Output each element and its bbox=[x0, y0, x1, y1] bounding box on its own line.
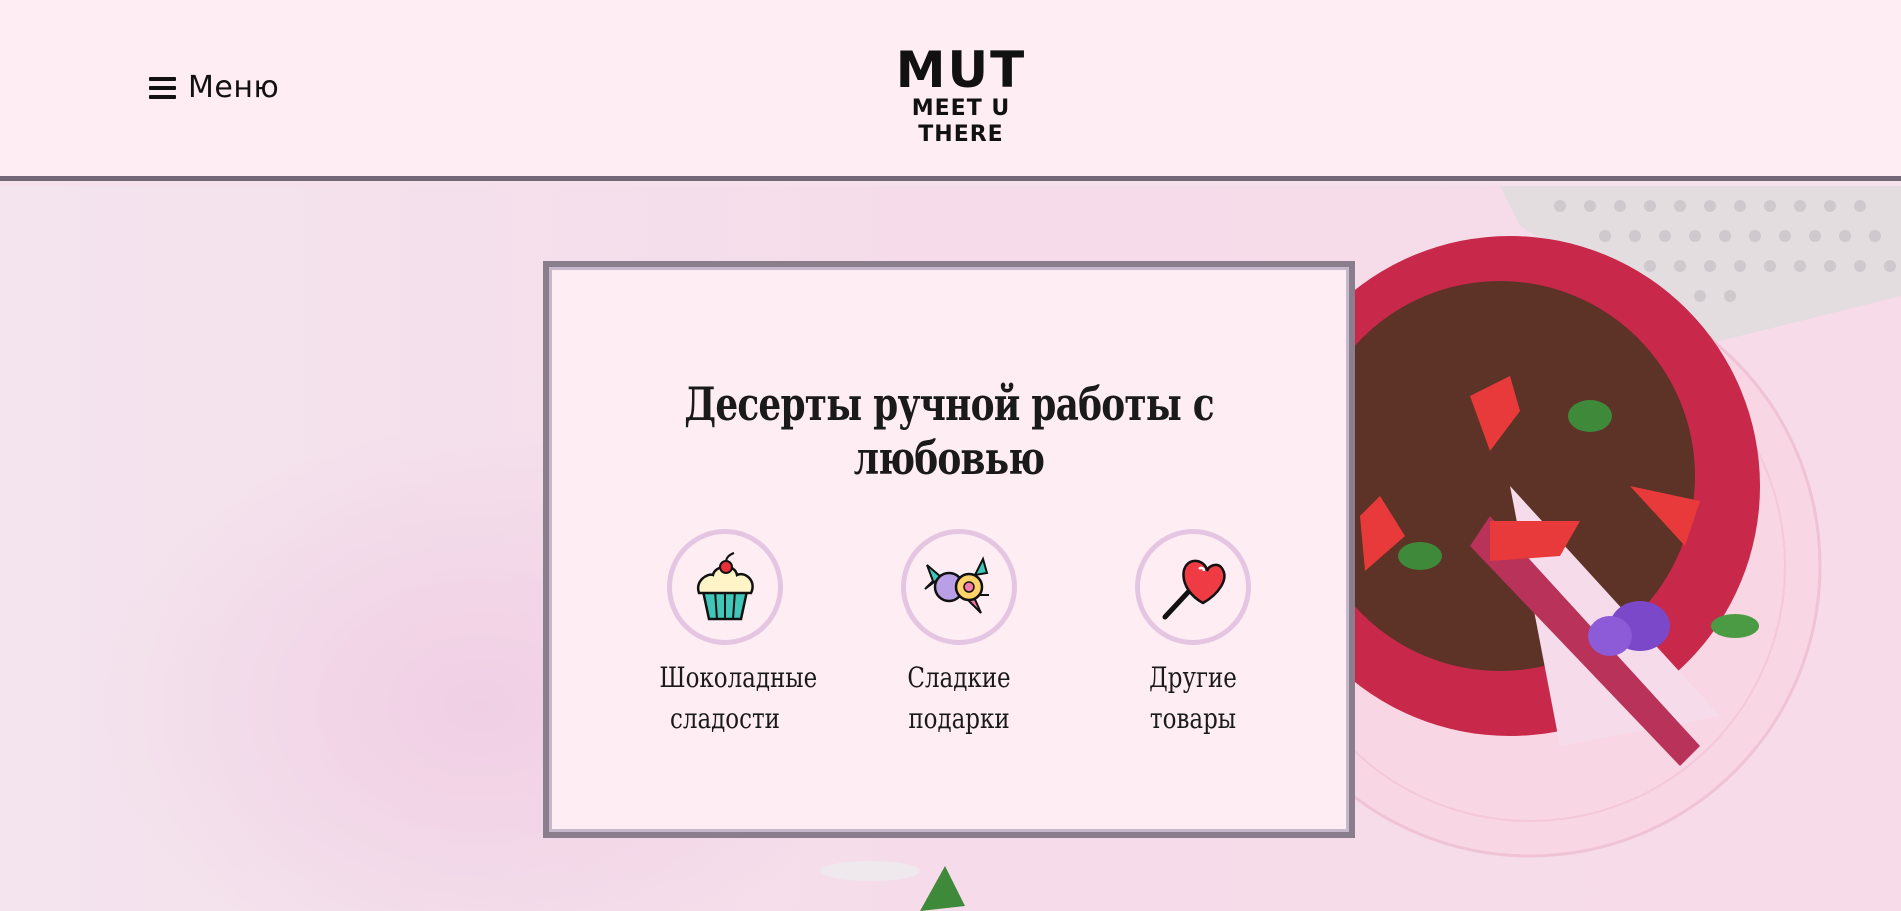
category-label: Шоколадные сладости bbox=[659, 661, 818, 735]
candy-icon bbox=[924, 556, 989, 614]
logo-wordmark: MUT bbox=[895, 41, 1027, 99]
category-label: Сладкие подарки bbox=[907, 661, 1011, 735]
site-header: Меню MUT MEET U THERE bbox=[0, 0, 1901, 181]
menu-button[interactable]: Меню bbox=[149, 70, 279, 105]
card-title: Десерты ручной работы с любовью bbox=[684, 377, 1214, 485]
intro-card: Десерты ручной работы с любовью Шоколадн… bbox=[543, 261, 1355, 838]
cupcake-icon bbox=[696, 552, 754, 621]
menu-label: Меню bbox=[188, 70, 280, 105]
category-icon-ring bbox=[901, 529, 1017, 645]
category-sweet-gifts[interactable]: Сладкие подарки bbox=[879, 529, 1039, 739]
category-icon-ring bbox=[1135, 529, 1251, 645]
hamburger-icon bbox=[149, 76, 176, 99]
category-icon-ring bbox=[667, 529, 783, 645]
category-other-goods[interactable]: Другие товары bbox=[1113, 529, 1273, 739]
site-logo[interactable]: MUT MEET U THERE bbox=[866, 41, 1056, 147]
logo-tagline: MEET U THERE bbox=[911, 96, 1011, 147]
heart-lollipop-icon bbox=[1162, 559, 1226, 620]
category-label: Другие товары bbox=[1149, 661, 1237, 735]
category-chocolate-sweets[interactable]: Шоколадные сладости bbox=[645, 529, 818, 739]
